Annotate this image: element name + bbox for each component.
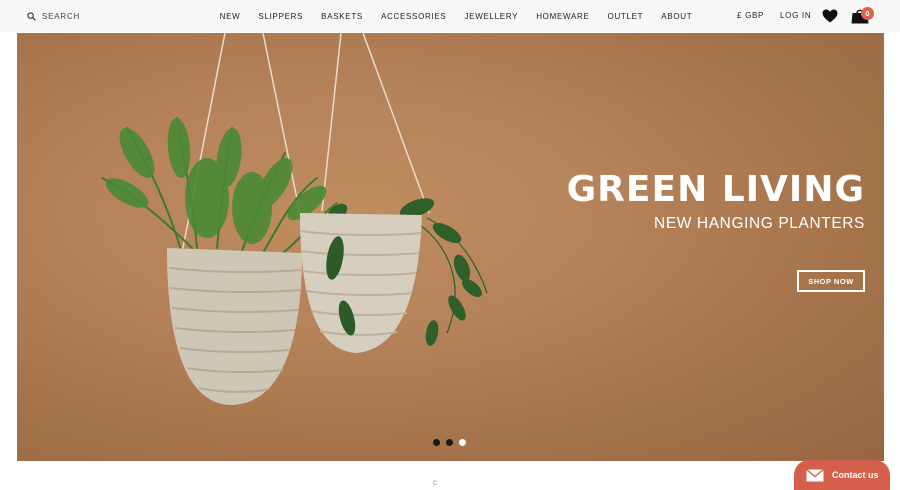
nav-item-slippers[interactable]: SLIPPERS: [258, 12, 303, 21]
currency-selector[interactable]: £ GBP: [737, 11, 764, 20]
slider-dots: [433, 439, 466, 446]
hero-title: GREEN LIVING: [566, 169, 865, 210]
nav-item-accessories[interactable]: ACCESSORIES: [381, 12, 447, 21]
cart-count-badge: 0: [861, 7, 874, 20]
nav-item-about[interactable]: ABOUT: [661, 12, 692, 21]
contact-us-button[interactable]: Contact us: [794, 460, 890, 490]
search-input[interactable]: [42, 11, 132, 21]
nav-item-baskets[interactable]: BASKETS: [321, 12, 363, 21]
search-icon: [27, 11, 36, 21]
hero-subtitle: NEW HANGING PLANTERS: [654, 215, 865, 232]
login-link[interactable]: LOG IN: [780, 11, 811, 20]
nav-item-jewellery[interactable]: JEWELLERY: [464, 12, 518, 21]
main-nav: NEW SLIPPERS BASKETS ACCESSORIES JEWELLE…: [0, 0, 900, 32]
heart-icon[interactable]: [822, 9, 838, 23]
envelope-icon: [806, 468, 824, 481]
nav-item-outlet[interactable]: OUTLET: [608, 12, 644, 21]
contact-us-label: Contact us: [832, 470, 879, 480]
site-header: NEW SLIPPERS BASKETS ACCESSORIES JEWELLE…: [0, 0, 900, 32]
hero-banner[interactable]: GREEN LIVING NEW HANGING PLANTERS SHOP N…: [17, 33, 884, 461]
hanging-planters-illustration: [101, 33, 488, 405]
slider-dot-3[interactable]: [459, 439, 466, 446]
nav-item-new[interactable]: NEW: [220, 12, 241, 21]
slider-dot-2[interactable]: [446, 439, 453, 446]
nav-item-homeware[interactable]: HOMEWARE: [536, 12, 589, 21]
slider-dot-1[interactable]: [433, 439, 440, 446]
shop-now-button[interactable]: SHOP NOW: [797, 270, 865, 292]
section-heading-partial: c: [433, 478, 437, 487]
search-box[interactable]: [27, 9, 132, 23]
